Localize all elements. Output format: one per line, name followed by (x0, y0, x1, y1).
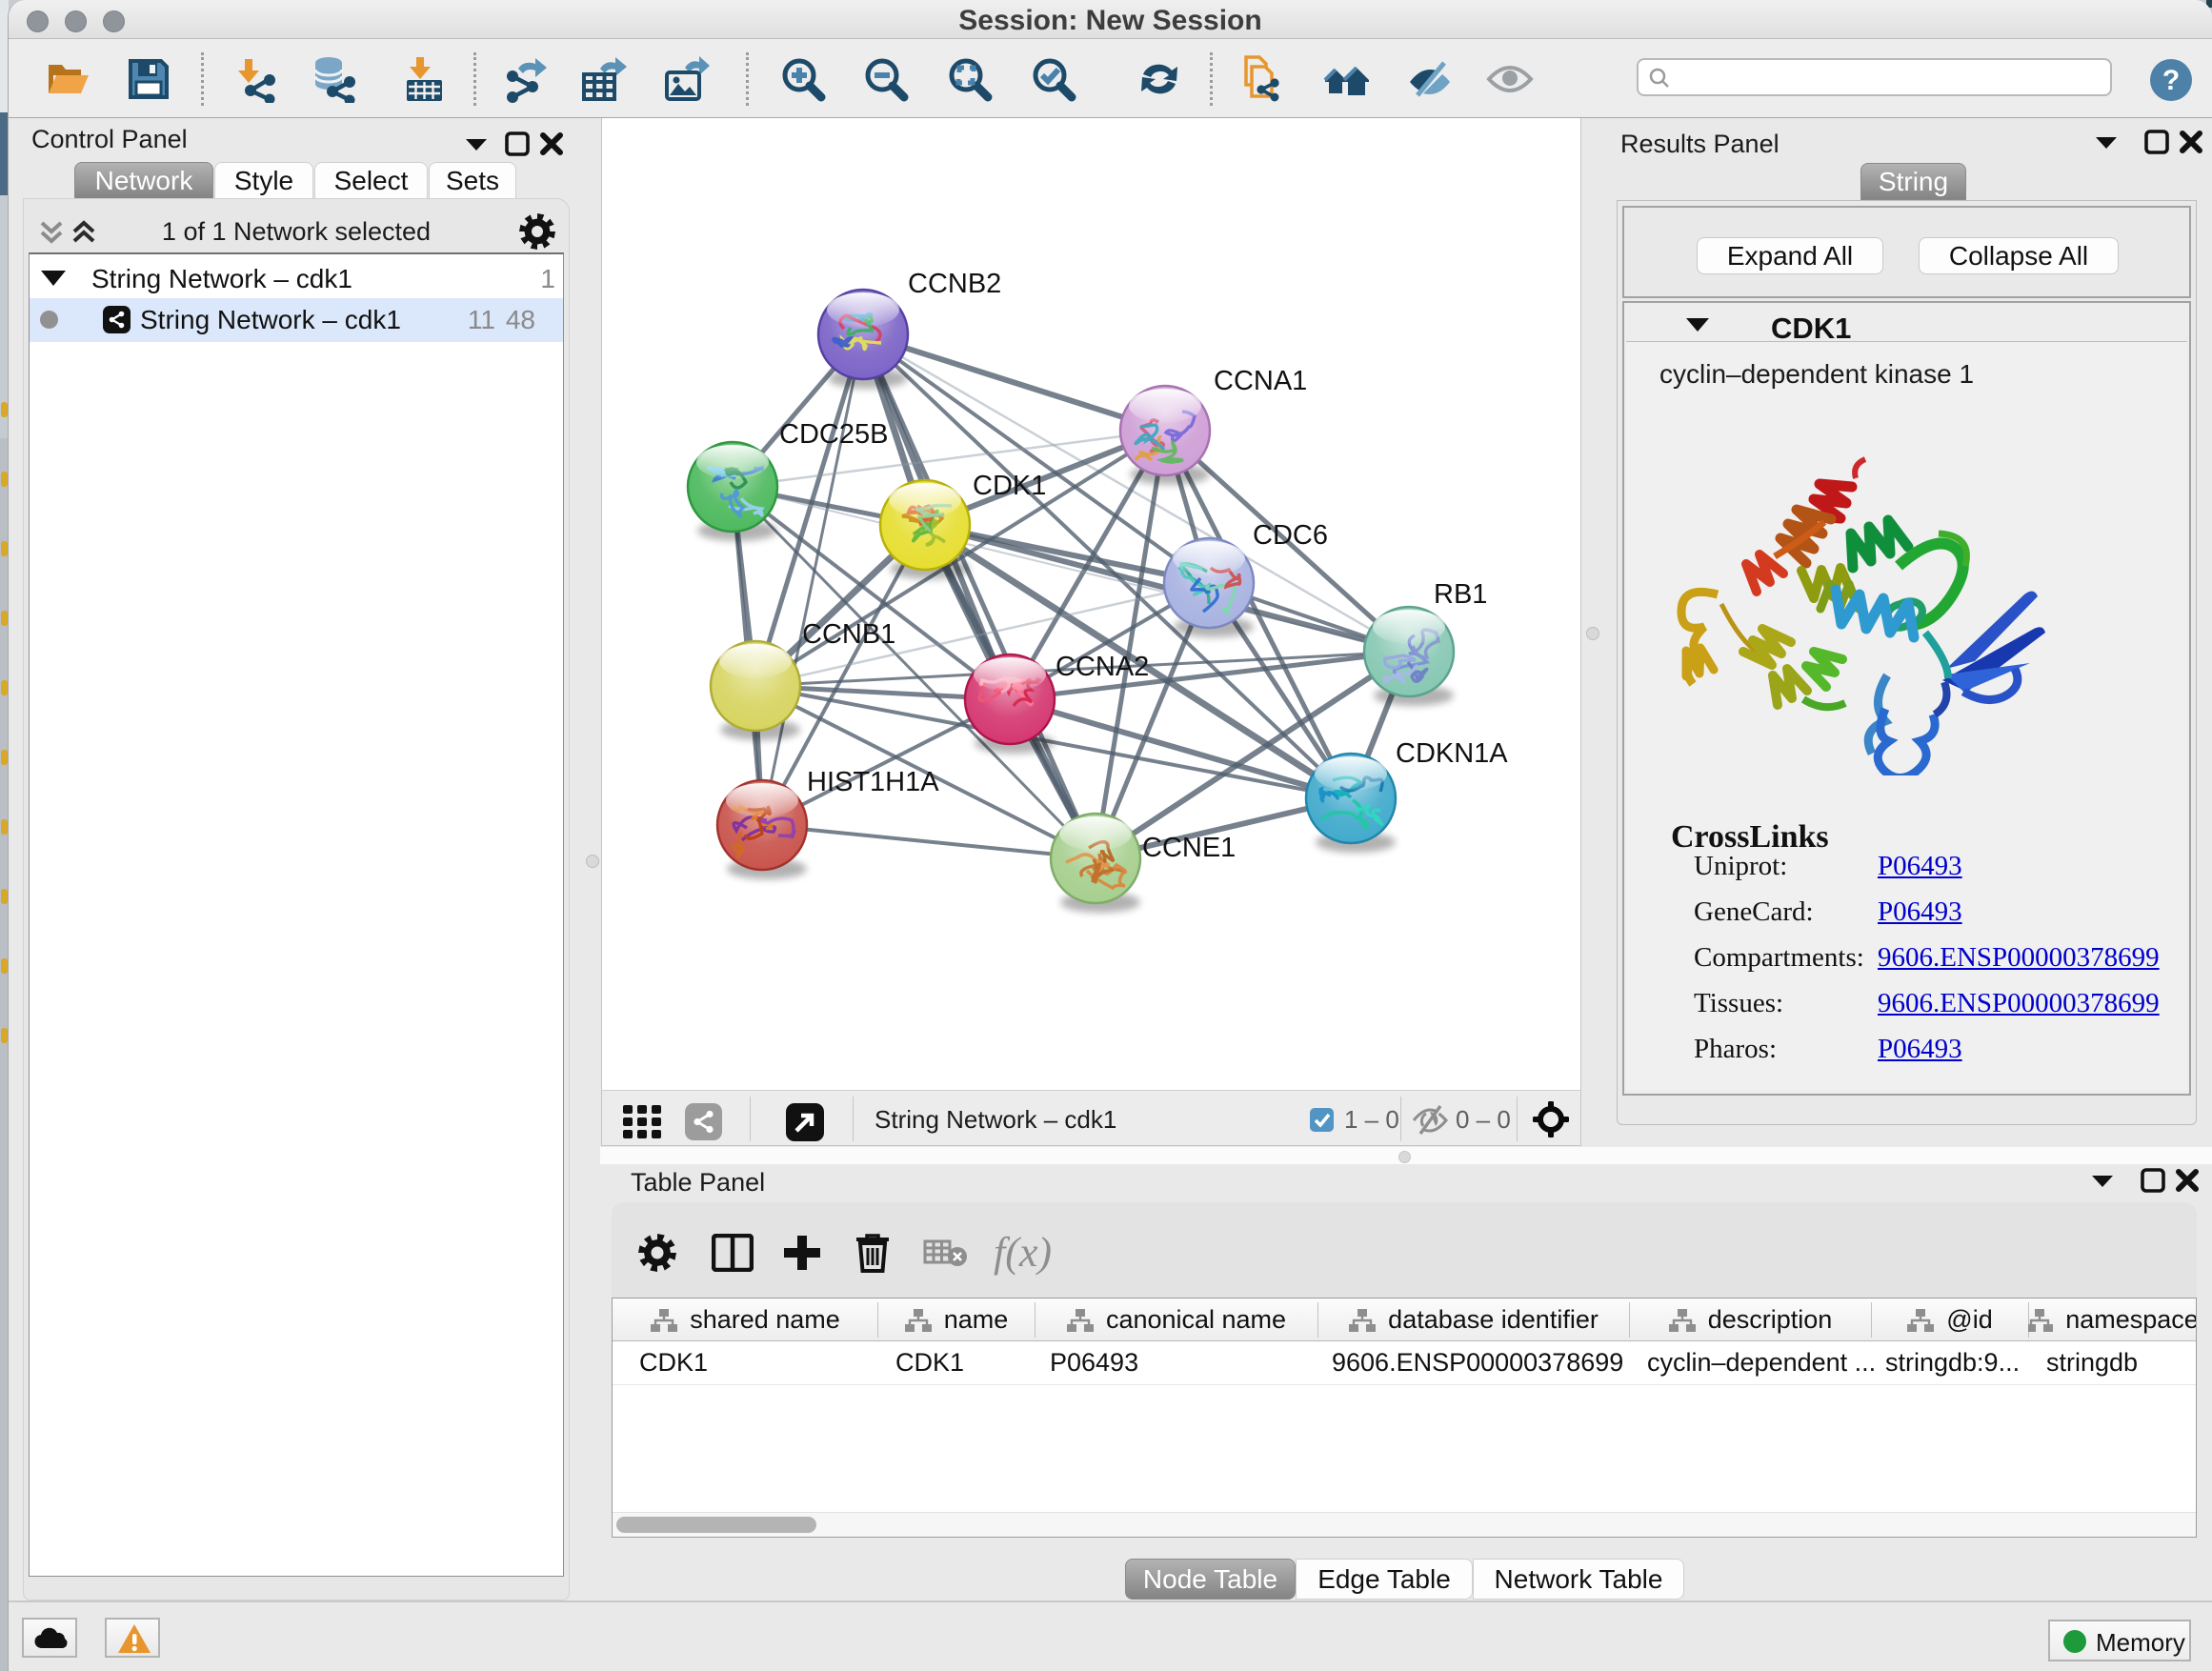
svg-text:CCNB1: CCNB1 (802, 619, 895, 650)
svg-text:CDKN1A: CDKN1A (1396, 738, 1508, 769)
svg-text:CDK1: CDK1 (973, 471, 1046, 501)
svg-text:CDC6: CDC6 (1253, 520, 1328, 551)
svg-text:CCNA2: CCNA2 (1056, 652, 1149, 682)
svg-text:CDC25B: CDC25B (779, 419, 888, 450)
svg-text:CCNB2: CCNB2 (908, 269, 1001, 299)
svg-text:HIST1H1A: HIST1H1A (807, 767, 939, 797)
svg-text:CCNA1: CCNA1 (1214, 366, 1307, 396)
svg-text:RB1: RB1 (1434, 579, 1487, 610)
svg-text:CCNE1: CCNE1 (1142, 833, 1236, 863)
svg-text:?: ? (2162, 65, 2180, 96)
